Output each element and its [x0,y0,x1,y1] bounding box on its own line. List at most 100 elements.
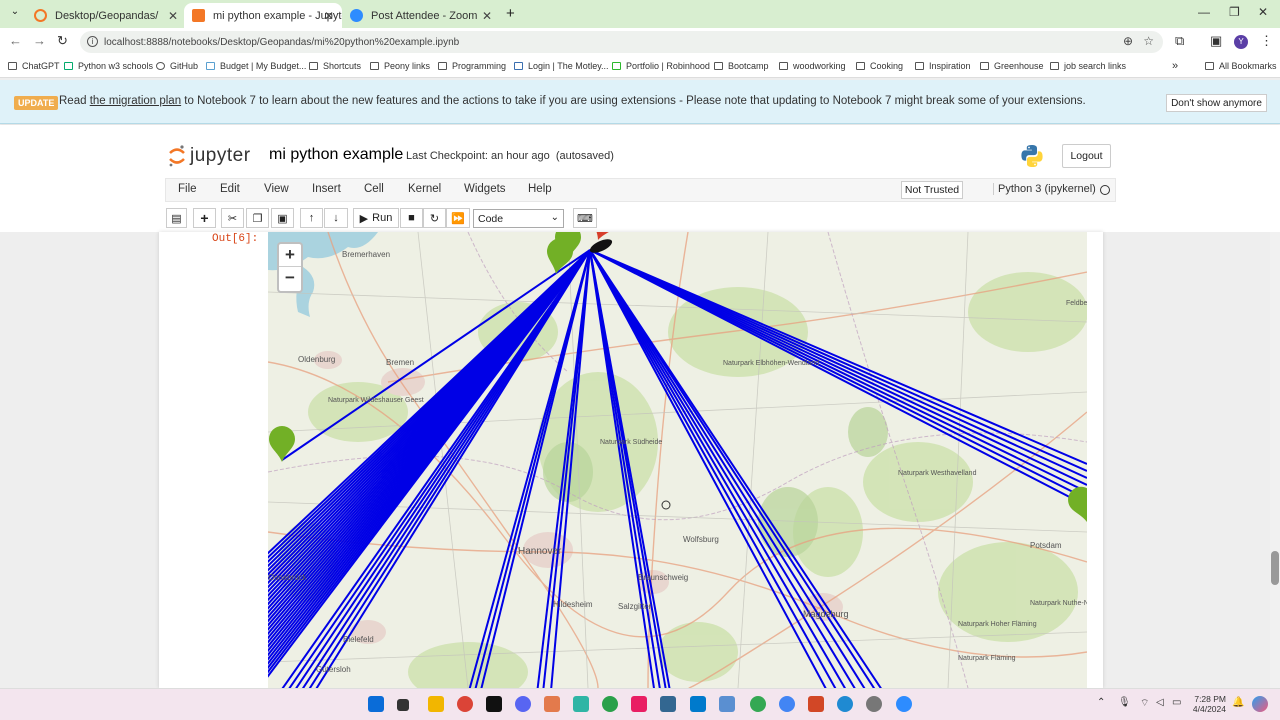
sidepanel-icon[interactable]: ▣ [1210,33,1222,49]
app-icon[interactable] [544,696,560,712]
new-tab-button[interactable]: + [506,5,515,22]
menu-help[interactable]: Help [528,183,552,195]
chrome-profile-icon[interactable] [779,696,795,712]
paste-icon[interactable]: ▣ [271,208,294,228]
bookmark-folder-bootcamp[interactable]: Bootcamp [714,61,769,71]
qgis-icon[interactable] [573,696,589,712]
bookmark-folder-cooking[interactable]: Cooking [856,61,903,71]
notification-icon[interactable]: 🔔 [1232,697,1244,708]
zoom-out-button[interactable]: − [279,267,301,290]
reload-icon[interactable]: ↻ [57,33,68,49]
copy-icon[interactable]: ❐ [246,208,269,228]
bookmark-chatgpt[interactable]: ChatGPT [8,61,60,71]
scrollbar-thumb[interactable] [1271,551,1279,585]
close-tab-icon[interactable]: ✕ [324,9,334,23]
restart-icon[interactable]: ↻ [423,208,446,228]
move-up-icon[interactable]: ↑ [300,208,323,228]
menu-cell[interactable]: Cell [364,183,384,195]
minimize-button[interactable]: — [1198,5,1210,19]
menu-file[interactable]: File [178,183,197,195]
zoom-icon[interactable]: ⊕ [1123,34,1133,48]
folium-map[interactable]: Bremerhaven Oldenburg Bremen Naturpark Wild… [268,232,1087,688]
vscode-icon[interactable] [690,696,706,712]
profile-avatar[interactable]: Y [1234,35,1248,49]
edge-icon[interactable] [837,696,853,712]
zoom-app-icon[interactable] [896,696,912,712]
close-window-button[interactable]: ✕ [1258,5,1268,19]
all-bookmarks[interactable]: All Bookmarks [1205,61,1277,71]
menu-widgets[interactable]: Widgets [464,183,506,195]
menu-view[interactable]: View [264,183,289,195]
insert-cell-icon[interactable]: + [193,208,216,228]
close-tab-icon[interactable]: ✕ [168,9,178,23]
bookmark-folder-peony[interactable]: Peony links [370,61,430,71]
bookmark-budget[interactable]: Budget | My Budget... [206,61,306,71]
task-view-icon[interactable] [397,699,409,711]
postgres-icon[interactable] [660,696,676,712]
browser-menu-icon[interactable]: ⋮ [1260,33,1273,49]
bookmark-folder-shortcuts[interactable]: Shortcuts [309,61,361,71]
settings-icon[interactable] [866,696,882,712]
dont-show-anymore-button[interactable]: Don't show anymore [1166,94,1267,112]
page-scrollbar[interactable] [1270,232,1280,688]
pycharm-icon[interactable] [486,696,502,712]
command-palette-icon[interactable]: ⌨ [573,208,597,228]
jupyter-logo[interactable]: jupyter [168,144,251,168]
extensions-icon[interactable]: ⧉ [1175,33,1184,49]
clock[interactable]: 7:28 PM 4/4/2024 [1188,694,1226,714]
tab-zoom[interactable]: Post Attendee - Zoom ✕ [342,3,500,28]
bookmark-star-icon[interactable]: ☆ [1143,34,1154,48]
discord-icon[interactable] [515,696,531,712]
bookmark-github[interactable]: GitHub [156,61,198,71]
wifi-icon[interactable]: ⌔ [1140,697,1149,710]
folder-icon [438,62,447,70]
copilot-icon[interactable] [1252,696,1268,712]
bookmark-folder-woodworking[interactable]: woodworking [779,61,846,71]
cell-type-select[interactable]: Code ⌄ [473,209,564,228]
restart-run-all-icon[interactable]: ⏩ [446,208,470,228]
cut-icon[interactable]: ✂ [221,208,244,228]
back-icon[interactable]: ← [9,33,22,48]
save-icon[interactable]: ▤ [166,208,187,228]
chrome-icon[interactable] [457,696,473,712]
bookmark-label: Portfolio | Robinhood [626,61,710,71]
battery-icon[interactable]: ▭ [1172,697,1181,708]
bookmark-folder-job-search[interactable]: job search links [1050,61,1126,71]
close-tab-icon[interactable]: ✕ [482,9,492,23]
tab-search-button[interactable]: ⌄ [6,6,24,22]
file-explorer-icon[interactable] [428,696,444,712]
forward-icon[interactable]: → [33,33,46,48]
menu-insert[interactable]: Insert [312,183,341,195]
bookmark-folder-programming[interactable]: Programming [438,61,506,71]
chrome-green-icon[interactable] [750,696,766,712]
app-circle-icon[interactable] [602,696,618,712]
more-bookmarks-icon[interactable]: » [1172,60,1178,72]
trust-status-button[interactable]: Not Trusted [901,181,963,199]
bookmark-w3schools[interactable]: Python w3 schools [64,61,153,71]
microphone-icon[interactable]: 🎙 [1118,697,1131,708]
bookmark-motley[interactable]: Login | The Motley... [514,61,609,71]
url-field[interactable]: i localhost:8888/notebooks/Desktop/Geopa… [80,31,1163,53]
maximize-button[interactable]: ❐ [1229,5,1240,19]
interrupt-icon[interactable]: ■ [400,208,423,228]
zoom-in-button[interactable]: + [279,244,301,267]
menu-edit[interactable]: Edit [220,183,240,195]
bookmark-folder-inspiration[interactable]: Inspiration [915,61,971,71]
app-blue-icon[interactable] [719,696,735,712]
start-icon[interactable] [368,696,384,712]
volume-icon[interactable]: ◁ [1156,697,1164,708]
tray-overflow-icon[interactable]: ⌃ [1097,697,1105,708]
app-pink-icon[interactable] [631,696,647,712]
tab-desktop-geopandas[interactable]: Desktop/Geopandas/ ✕ [26,3,186,28]
move-down-icon[interactable]: ↓ [324,208,348,228]
logout-button[interactable]: Logout [1062,144,1111,168]
bookmark-robinhood[interactable]: Portfolio | Robinhood [612,61,710,71]
notebook-name[interactable]: mi python example [269,146,403,164]
tab-mi-python-example[interactable]: mi python example - Jupyter N ✕ [184,3,342,28]
site-info-icon[interactable]: i [87,36,98,47]
migration-plan-link[interactable]: the migration plan [90,95,181,107]
menu-kernel[interactable]: Kernel [408,183,441,195]
run-button[interactable]: ▶ Run [353,208,399,228]
bookmark-folder-greenhouse[interactable]: Greenhouse [980,61,1044,71]
powerpoint-icon[interactable] [808,696,824,712]
